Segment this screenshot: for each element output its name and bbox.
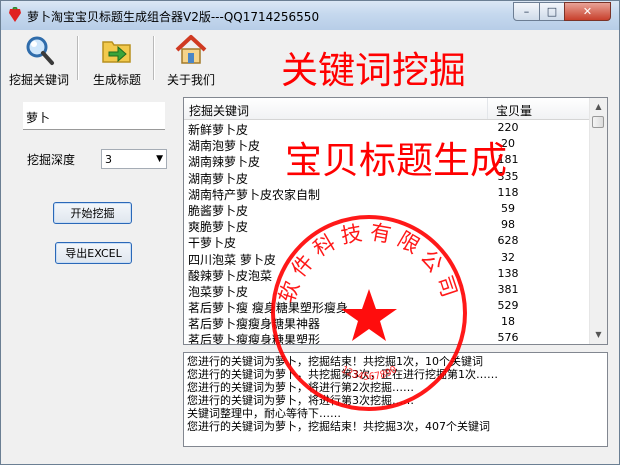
start-mining-button[interactable]: 开始挖掘 (53, 202, 132, 224)
export-excel-button[interactable]: 导出EXCEL (55, 242, 132, 264)
toolbar-separator (153, 36, 155, 80)
folder-arrow-icon (102, 41, 131, 63)
table-row[interactable]: 爽脆萝卜皮 98 (184, 217, 590, 234)
scroll-up-icon[interactable]: ▲ (592, 100, 605, 113)
count-cell: 576 (497, 331, 519, 345)
toolbar-label: 挖掘关键词 (9, 73, 70, 87)
chevron-down-icon: ▼ (156, 154, 163, 164)
title-bar: 萝卜淘宝宝贝标题生成组合器V2版---QQ1714256550 – □ ✕ (1, 1, 619, 30)
toolbar-label: 关于我们 (167, 73, 216, 87)
minimize-icon: – (523, 5, 530, 18)
toolbar: 挖掘关键词 生成标题 关于我们 关键词挖掘 (1, 30, 619, 92)
table-row[interactable]: 茗后萝卜瘦瘦身糖果塑形 576 (184, 330, 590, 345)
count-cell: 138 (497, 266, 519, 280)
count-cell: 118 (497, 185, 519, 199)
maximize-icon: □ (546, 5, 558, 18)
log-line: 您进行的关键词为萝卜，将进行第2次挖掘…… (187, 381, 414, 394)
log-output[interactable]: 您进行的关键词为萝卜，挖掘结束！共挖掘1次，10个关键词 您进行的关键词为萝卜，… (183, 352, 608, 447)
toolbar-separator (77, 36, 79, 80)
toolbar-label: 生成标题 (93, 73, 142, 87)
table-row[interactable]: 泡菜萝卜皮 381 (184, 282, 590, 299)
scroll-down-icon[interactable]: ▼ (592, 328, 605, 341)
magnifier-icon (26, 36, 54, 65)
count-cell: 59 (501, 201, 515, 215)
table-row[interactable]: 湖南特产萝卜皮农家自制 118 (184, 185, 590, 202)
banner-line1: 关键词挖掘 (281, 49, 466, 92)
depth-label: 挖掘深度 (27, 153, 76, 167)
table-header: 挖掘关键词 宝贝量 (184, 98, 590, 120)
app-window: 萝卜淘宝宝贝标题生成组合器V2版---QQ1714256550 – □ ✕ 挖掘… (0, 0, 620, 465)
log-line: 您进行的关键词为萝卜，将进行第3次挖掘…… (187, 394, 414, 407)
app-icon (9, 7, 21, 22)
depth-select[interactable]: 3 ▼ (101, 149, 167, 169)
table-row[interactable]: 干萝卜皮 628 (184, 233, 590, 250)
table-row[interactable]: 茗后萝卜瘦瘦身糖果神器 18 (184, 314, 590, 331)
count-cell: 18 (501, 315, 515, 329)
window-title: 萝卜淘宝宝贝标题生成组合器V2版---QQ1714256550 (27, 10, 320, 24)
table-row[interactable]: 四川泡菜 萝卜皮 32 (184, 250, 590, 267)
toolbar-generate-title-button[interactable]: 生成标题 (93, 34, 141, 88)
minimize-button[interactable]: – (513, 2, 540, 21)
maximize-button[interactable]: □ (539, 2, 565, 21)
keyword-cell: 茗后萝卜瘦瘦身糖果塑形 (188, 333, 321, 345)
keyword-input[interactable] (23, 102, 165, 130)
table-row[interactable]: 酸辣萝卜皮泡菜 138 (184, 266, 590, 283)
banner-line2: 宝贝标题生成 (285, 139, 507, 182)
count-cell: 32 (501, 250, 515, 264)
table-row[interactable]: 脆酱萝卜皮 59 (184, 201, 590, 218)
count-cell: 381 (497, 282, 519, 296)
close-icon: ✕ (582, 5, 593, 18)
table-row[interactable]: 茗后萝卜瘦 瘦身糖果塑形瘦身 529 (184, 298, 590, 315)
column-header-keyword[interactable]: 挖掘关键词 (189, 102, 249, 119)
home-icon (175, 35, 207, 64)
log-line: 您进行的关键词为萝卜，共挖掘第3次，正在进行挖掘第1次…… (187, 368, 498, 381)
close-button[interactable]: ✕ (564, 2, 611, 21)
status-bar (1, 452, 619, 464)
column-divider (487, 98, 488, 119)
log-line: 您进行的关键词为萝卜，挖掘结束！共挖掘3次，407个关键词 (187, 420, 490, 433)
log-line: 关键词整理中，耐心等待下…… (187, 407, 341, 420)
count-cell: 628 (497, 234, 519, 248)
count-cell: 529 (497, 299, 519, 313)
toolbar-mine-keywords-button[interactable]: 挖掘关键词 (9, 34, 69, 88)
column-header-count[interactable]: 宝贝量 (496, 102, 532, 119)
log-line: 您进行的关键词为萝卜，挖掘结束！共挖掘1次，10个关键词 (187, 355, 483, 368)
depth-select-value: 3 (105, 153, 112, 166)
scrollbar-thumb[interactable] (592, 116, 604, 128)
table-scrollbar[interactable]: ▲ ▼ (589, 98, 607, 344)
toolbar-about-button[interactable]: 关于我们 (167, 34, 215, 88)
count-cell: 98 (501, 218, 515, 232)
